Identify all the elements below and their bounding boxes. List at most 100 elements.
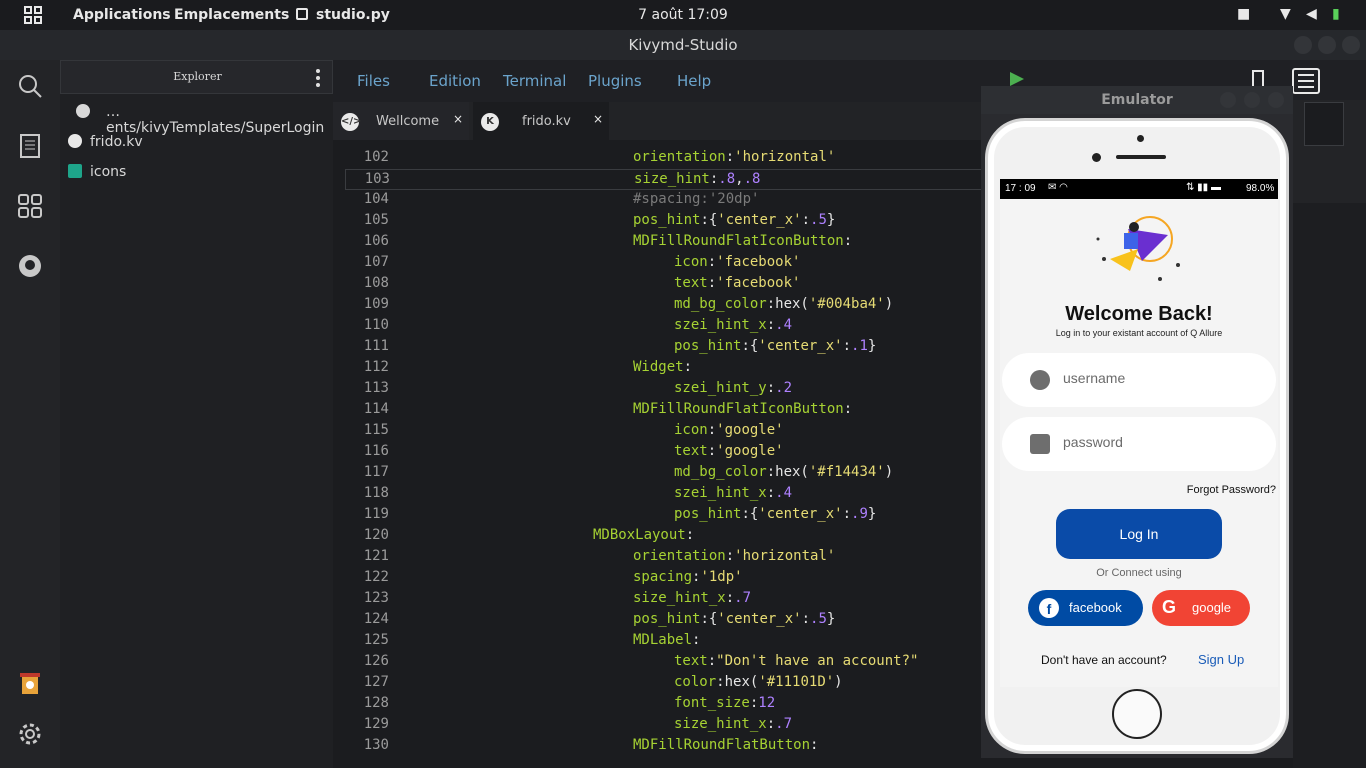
menu-terminal[interactable]: Terminal xyxy=(503,72,566,90)
lock-icon xyxy=(1030,434,1050,454)
login-button[interactable]: Log In xyxy=(1056,509,1222,559)
signup-link[interactable]: Sign Up xyxy=(1198,652,1244,667)
explorer-item-label: frido.kv xyxy=(90,134,143,150)
emulator-window: Emulator 17 : 09 ✉ ◠ ⇅ ▮▮ ▬ 98.0% Welcom… xyxy=(981,86,1293,758)
wifi-icon[interactable]: ▼ xyxy=(1280,6,1291,22)
line-number: 104 xyxy=(363,191,389,207)
or-connect-label: Or Connect using xyxy=(1096,567,1182,579)
code-text: md_bg_color:hex('#004ba4') xyxy=(674,296,894,312)
code-text: color:hex('#11101D') xyxy=(674,674,843,690)
forgot-password-link[interactable]: Forgot Password? xyxy=(1150,484,1276,496)
code-text: MDFillRoundFlatIconButton: xyxy=(633,401,853,417)
code-text: szei_hint_y:.2 xyxy=(674,380,793,396)
places-menu[interactable]: Emplacements xyxy=(174,7,289,23)
google-button[interactable]: G google xyxy=(1152,590,1250,626)
facebook-button[interactable]: f facebook xyxy=(1028,590,1143,626)
line-number: 107 xyxy=(363,254,389,270)
line-number: 110 xyxy=(363,317,389,333)
close-window-button[interactable] xyxy=(1342,36,1360,54)
explorer-path-row[interactable]: …ents/kivyTemplates/SuperLogin xyxy=(60,98,333,136)
home-button[interactable] xyxy=(1112,689,1162,739)
welcome-title: Welcome Back! xyxy=(1065,303,1213,325)
back-icon[interactable] xyxy=(76,104,90,118)
facebook-icon: f xyxy=(1039,598,1059,618)
line-number: 114 xyxy=(363,401,389,417)
code-text: orientation:'horizontal' xyxy=(633,548,836,564)
code-text: size_hint_x:.7 xyxy=(633,590,752,606)
more-options-icon[interactable] xyxy=(315,69,321,89)
code-text: pos_hint:{'center_x':.9} xyxy=(674,506,877,522)
line-number: 112 xyxy=(363,359,389,375)
line-number: 119 xyxy=(363,506,389,522)
search-icon[interactable] xyxy=(16,72,44,100)
password-placeholder: password xyxy=(1063,434,1123,450)
active-app-label[interactable]: studio.py xyxy=(316,7,390,23)
code-text: text:"Don't have an account?" xyxy=(674,653,919,669)
line-number: 121 xyxy=(363,548,389,564)
line-number: 111 xyxy=(363,338,389,354)
tab-frido-kv[interactable]: K frido.kv × xyxy=(473,102,609,140)
line-number: 130 xyxy=(363,737,389,753)
emulator-maximize-button[interactable] xyxy=(1244,92,1260,108)
code-text: Widget: xyxy=(633,359,693,375)
code-text: pos_hint:{'center_x':.5} xyxy=(633,212,836,228)
window-title-bar: Kivymd-Studio xyxy=(0,30,1366,60)
line-number: 118 xyxy=(363,485,389,501)
explorer-item-icons[interactable]: icons xyxy=(60,158,333,186)
username-placeholder: username xyxy=(1063,370,1126,386)
apps-grid-icon[interactable] xyxy=(24,6,42,24)
extensions-icon[interactable] xyxy=(16,192,44,220)
signal-icon: ⇅ ▮▮ ▬ xyxy=(1186,182,1221,193)
code-text: szei_hint_x:.4 xyxy=(674,485,793,501)
code-text: icon:'google' xyxy=(674,422,784,438)
close-icon[interactable]: × xyxy=(593,112,603,126)
menu-edition[interactable]: Edition xyxy=(429,72,481,90)
code-text: text:'google' xyxy=(674,443,784,459)
line-number: 113 xyxy=(363,380,389,396)
run-icon[interactable] xyxy=(1010,72,1024,86)
files-icon[interactable] xyxy=(16,132,44,160)
emulator-minimize-button[interactable] xyxy=(1220,92,1236,108)
line-number: 125 xyxy=(363,632,389,648)
google-label: google xyxy=(1192,600,1232,615)
explorer-header: Explorer xyxy=(60,60,333,94)
tab-wellcome[interactable]: </> Wellcome × xyxy=(333,102,469,140)
line-number: 129 xyxy=(363,716,389,732)
password-field[interactable]: password xyxy=(1002,417,1276,471)
app-icon xyxy=(296,8,308,20)
menu-files[interactable]: Files xyxy=(357,72,390,90)
menu-help[interactable]: Help xyxy=(677,72,711,90)
user-icon xyxy=(1030,370,1050,390)
maximize-button[interactable] xyxy=(1318,36,1336,54)
phone-camera xyxy=(1092,153,1101,162)
github-icon[interactable] xyxy=(16,252,44,280)
username-field[interactable]: username xyxy=(1002,353,1276,407)
kivy-file-icon xyxy=(68,134,82,148)
menu-list-icon[interactable] xyxy=(1292,68,1320,94)
tab-label: Wellcome xyxy=(376,114,440,129)
code-text: MDLabel: xyxy=(633,632,701,648)
tab-label: frido.kv xyxy=(522,114,571,129)
right-lower-panel xyxy=(1293,203,1366,768)
code-text: size_hint_x:.7 xyxy=(674,716,793,732)
coffee-icon[interactable] xyxy=(16,670,44,698)
close-icon[interactable]: × xyxy=(453,112,463,126)
line-number: 108 xyxy=(363,275,389,291)
explorer-item-frido-kv[interactable]: frido.kv xyxy=(60,128,333,156)
code-text: spacing:'1dp' xyxy=(633,569,743,585)
line-number: 106 xyxy=(363,233,389,249)
battery-level: 98.0% xyxy=(1246,183,1275,194)
menu-plugins[interactable]: Plugins xyxy=(588,72,642,90)
battery-icon[interactable]: ▮ xyxy=(1332,6,1340,22)
code-text: text:'facebook' xyxy=(674,275,801,291)
gear-icon[interactable] xyxy=(16,720,44,748)
system-top-bar: Applications Emplacements studio.py 7 ao… xyxy=(0,0,1366,30)
line-number: 115 xyxy=(363,422,389,438)
emulator-close-button[interactable] xyxy=(1268,92,1284,108)
volume-icon[interactable]: ◀ xyxy=(1306,6,1317,22)
minimize-button[interactable] xyxy=(1294,36,1312,54)
camera-icon[interactable]: ■ xyxy=(1237,6,1250,22)
line-number: 109 xyxy=(363,296,389,312)
line-number: 127 xyxy=(363,674,389,690)
applications-menu[interactable]: Applications xyxy=(73,7,171,23)
